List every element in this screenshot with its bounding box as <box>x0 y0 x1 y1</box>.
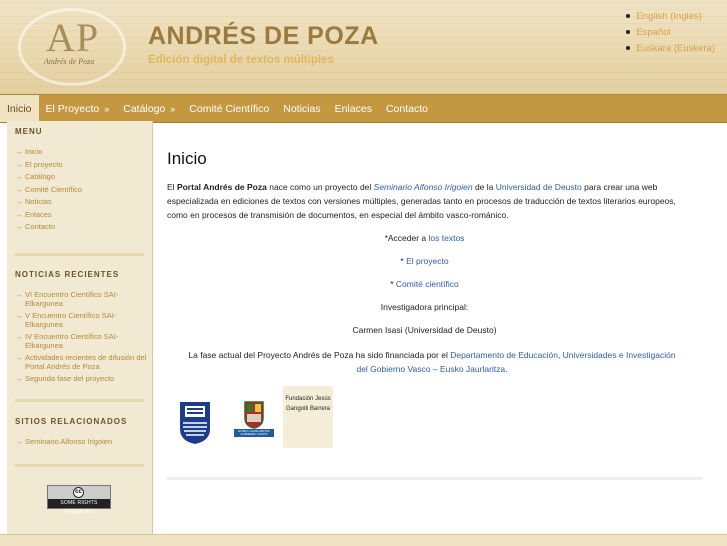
cc-label: SOME RIGHTS RESERVED <box>48 499 110 515</box>
fundacion-logo[interactable]: Fundación Jesús Gangoiti Barrera <box>283 386 333 448</box>
nav-item-enlaces[interactable]: Enlaces <box>328 95 379 122</box>
language-item-english[interactable]: English (Inglés) <box>626 8 715 24</box>
news-item[interactable]: → V Encuentro Científico SAI-Elkargunea <box>15 311 152 330</box>
sidebar-item-enlaces[interactable]: → Enlaces <box>15 210 152 220</box>
sidebar-related-title: SITIOS RELACIONADOS <box>15 417 128 426</box>
deusto-logo[interactable] <box>179 401 211 445</box>
fundacion-text: Fundación Jesús Gangoiti Barrera <box>285 396 331 412</box>
bullet-icon <box>626 30 631 34</box>
arrow-right-icon: → <box>15 352 23 362</box>
sidebar-item-catalogo[interactable]: → Catálogo <box>15 172 152 182</box>
gobierno-vasco-logo[interactable]: EUSKO JAURLARITZA GOBIERNO VASCO <box>233 400 275 438</box>
arrow-right-icon: → <box>15 209 23 219</box>
main-navigation: Inicio El Proyecto» Catálogo» Comité Cie… <box>0 94 727 123</box>
news-item[interactable]: → VI Encuentro Científico SAI-Elkargunea <box>15 290 152 309</box>
textos-link[interactable]: los textos <box>429 233 465 243</box>
sidebar-item-proyecto[interactable]: → El proyecto <box>15 160 152 170</box>
seminario-link[interactable]: Seminario Alfonso Irigoien <box>374 182 473 192</box>
logo-signature: Andrés de Poza <box>44 57 95 66</box>
committee-line: * Comité científico <box>390 279 459 289</box>
nav-item-catalogo[interactable]: Catálogo» <box>116 95 182 122</box>
news-item[interactable]: → IV Encuentro Científico SAI-Elkargunea <box>15 332 152 351</box>
gov-logo-caption: EUSKO JAURLARITZA GOBIERNO VASCO <box>238 430 270 436</box>
chevron-down-icon: » <box>104 103 110 114</box>
nav-item-contacto[interactable]: Contacto <box>379 95 435 122</box>
nav-item-inicio[interactable]: Inicio <box>0 95 39 122</box>
language-item-spanish[interactable]: Español <box>626 24 715 40</box>
arrow-right-icon: → <box>15 310 23 320</box>
site-header: AP Andrés de Poza ANDRÉS DE POZA Edición… <box>0 0 727 94</box>
sidebar-menu: → Inicio → El proyecto → Catálogo → Comité C… <box>7 147 152 232</box>
related-list: → Seminario Alfonso Irigoien <box>7 437 152 447</box>
proyecto-link[interactable]: El proyecto <box>406 256 449 266</box>
arrow-right-icon: → <box>15 147 23 156</box>
arrow-right-icon: → <box>15 172 23 181</box>
nav-item-noticias[interactable]: Noticias <box>276 95 327 122</box>
sidebar: MENU → Inicio → El proyecto → Catálogo → Com… <box>7 121 153 534</box>
creative-commons-badge[interactable]: cc SOME RIGHTS RESERVED <box>47 485 111 515</box>
related-item[interactable]: → Seminario Alfonso Irigoien <box>15 437 152 447</box>
content-divider <box>167 477 703 480</box>
researcher-label: Investigadora principal: <box>380 302 469 312</box>
arrow-right-icon: → <box>15 184 23 194</box>
nav-item-proyecto[interactable]: El Proyecto» <box>39 95 117 122</box>
page: AP Andrés de Poza ANDRÉS DE POZA Edición… <box>0 0 727 546</box>
language-item-basque[interactable]: Euskara (Euskera) <box>626 40 715 56</box>
sidebar-divider <box>15 399 144 402</box>
sidebar-menu-title: MENU <box>15 127 43 136</box>
sidebar-item-comite[interactable]: → Comité Científico <box>15 185 152 195</box>
page-title: Inicio <box>167 149 207 168</box>
arrow-right-icon: → <box>15 373 23 383</box>
sidebar-news-title: NOTICIAS RECIENTES <box>15 269 120 279</box>
nav-item-comite[interactable]: Comité Científico <box>182 95 276 122</box>
news-list: → VI Encuentro Científico SAI-Elkargunea … <box>7 290 152 384</box>
access-line: *Acceder a los textos <box>384 233 465 243</box>
site-slogan: Edición digital de textos múltiples <box>148 54 334 66</box>
sidebar-item-noticias[interactable]: → Noticias <box>15 197 152 207</box>
arrow-right-icon: → <box>15 197 23 206</box>
arrow-right-icon: → <box>15 222 23 231</box>
site-footer <box>0 534 727 546</box>
arrow-right-icon: → <box>15 331 23 341</box>
comite-link[interactable]: Comité científico <box>396 279 459 289</box>
bullet-icon <box>626 14 631 18</box>
news-item[interactable]: → Segunda fase del proyecto <box>15 374 152 384</box>
sidebar-item-inicio[interactable]: → Inicio <box>15 147 152 157</box>
sidebar-divider <box>15 463 144 467</box>
universidad-link[interactable]: Universidad de Deusto <box>496 182 582 192</box>
logo-letters: AP <box>46 15 100 60</box>
researcher-name: Carmen Isasi (Universidad de Deusto) <box>352 325 497 335</box>
language-switcher: English (Inglés) Español Euskara (Eusker… <box>626 8 715 56</box>
portal-name: Portal Andrés de Poza <box>176 182 267 192</box>
funding-paragraph: La fase actual del Proyecto Andrés de Po… <box>188 350 676 374</box>
project-line: * El proyecto <box>400 256 449 266</box>
arrow-right-icon: → <box>15 159 23 169</box>
chevron-down-icon: » <box>170 103 176 114</box>
sidebar-item-contacto[interactable]: → Contacto <box>15 222 152 232</box>
cc-icon: cc <box>73 487 84 498</box>
bullet-icon <box>626 46 631 50</box>
sidebar-divider <box>15 252 144 256</box>
intro-paragraph: El Portal Andrés de Poza nace como un pr… <box>167 182 676 220</box>
site-name[interactable]: ANDRÉS DE POZA <box>148 22 379 51</box>
news-item[interactable]: → Actividades recientes de difusión del P… <box>15 353 152 372</box>
arrow-right-icon: → <box>15 437 23 446</box>
arrow-right-icon: → <box>15 289 23 299</box>
